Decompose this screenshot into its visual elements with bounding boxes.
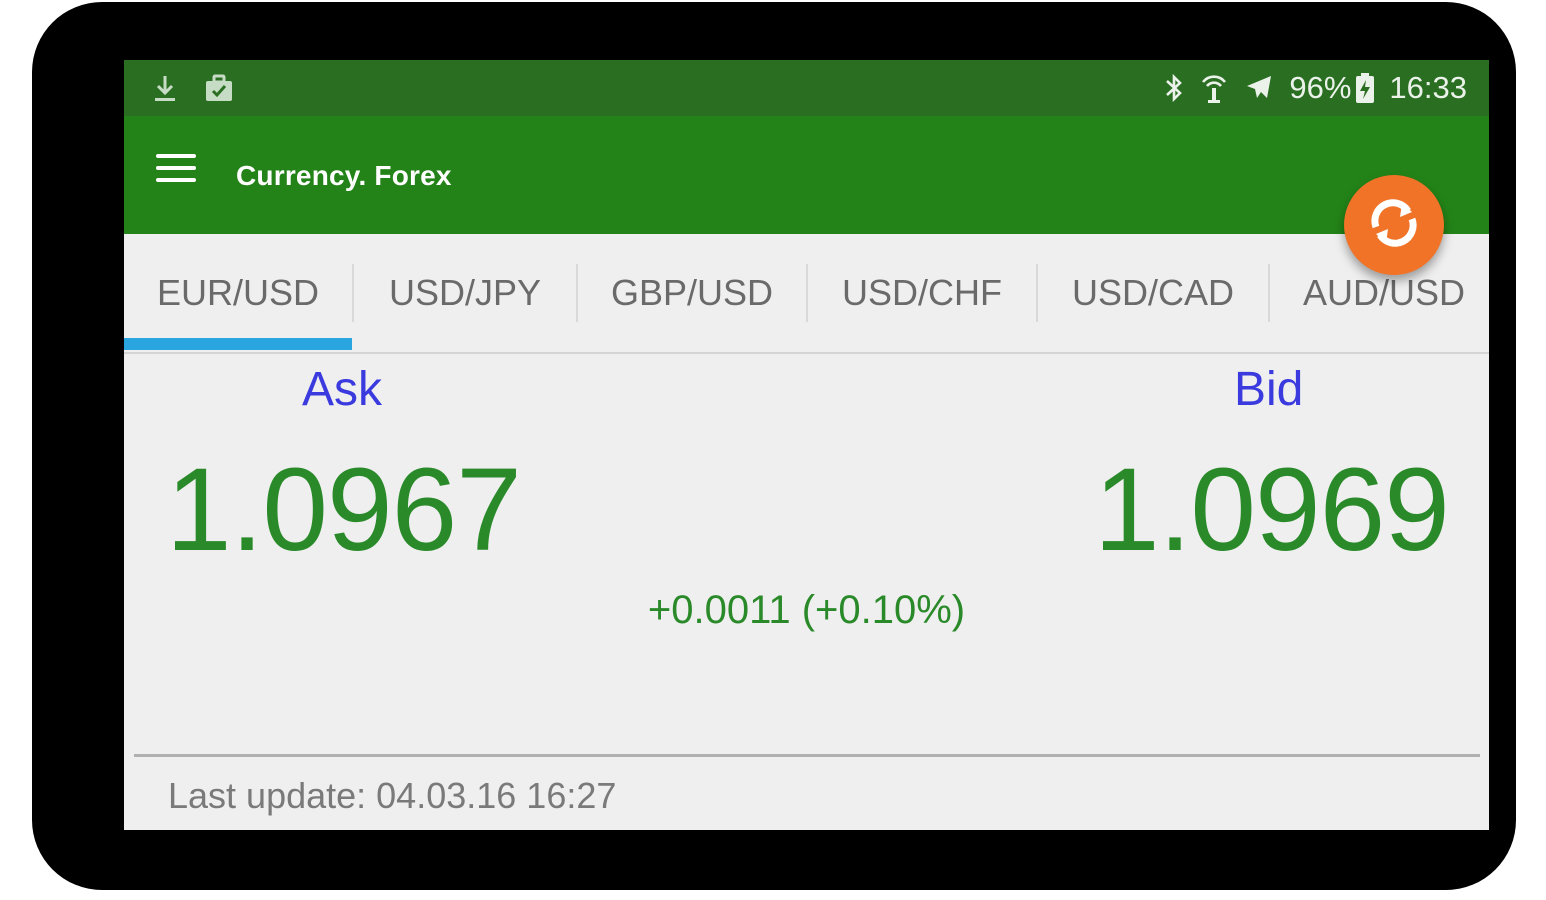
price-change: +0.0011 (+0.10%) <box>647 588 966 632</box>
tab-eur-usd[interactable]: EUR/USD <box>124 234 352 352</box>
tab-label: AUD/USD <box>1302 272 1466 313</box>
app-bar: Currency. Forex <box>124 116 1489 234</box>
tab-usd-chf[interactable]: USD/CHF <box>808 234 1036 352</box>
ask-value: 1.0967 <box>166 444 522 576</box>
tab-label: GBP/USD <box>610 272 774 313</box>
bid-value: 1.0969 <box>1094 444 1450 576</box>
tab-label: USD/CHF <box>842 272 1002 313</box>
tab-label: USD/CAD <box>1071 272 1235 313</box>
tab-usd-cad[interactable]: USD/CAD <box>1038 234 1268 352</box>
bid-label: Bid <box>1234 363 1304 416</box>
tab-gbp-usd[interactable]: GBP/USD <box>578 234 806 352</box>
stage: 96% 16:33 Currency. Forex EUR/USD USD/JP… <box>0 0 1546 900</box>
bluetooth-icon <box>1163 72 1185 104</box>
currency-tabs: EUR/USD USD/JPY GBP/USD USD/CHF USD/CAD <box>124 234 1489 354</box>
status-right-icons: 96% 16:33 <box>1163 70 1467 106</box>
clock: 16:33 <box>1389 70 1467 105</box>
download-icon <box>152 74 178 104</box>
tab-label: USD/JPY <box>388 272 542 313</box>
battery-percentage: 96% <box>1289 70 1352 105</box>
last-update-text: Last update: 04.03.16 16:27 <box>168 775 617 816</box>
screen: 96% 16:33 Currency. Forex EUR/USD USD/JP… <box>124 60 1489 830</box>
status-left-icons <box>152 74 234 104</box>
footer-divider <box>134 754 1480 757</box>
tab-label: EUR/USD <box>156 272 320 313</box>
hotspot-icon <box>1199 72 1229 104</box>
tablet-frame: 96% 16:33 Currency. Forex EUR/USD USD/JP… <box>32 2 1516 890</box>
selected-tab-indicator <box>124 338 352 350</box>
status-bar: 96% 16:33 <box>124 60 1489 116</box>
app-title: Currency. Forex <box>236 160 452 191</box>
refresh-icon <box>1364 193 1424 258</box>
battery-charging-icon <box>1355 72 1375 104</box>
refresh-button[interactable] <box>1344 175 1444 275</box>
briefcase-icon <box>204 74 234 104</box>
tab-usd-jpy[interactable]: USD/JPY <box>354 234 576 352</box>
airplane-mode-icon <box>1243 72 1275 104</box>
ask-label: Ask <box>302 363 383 416</box>
hamburger-menu-icon[interactable] <box>152 150 200 190</box>
